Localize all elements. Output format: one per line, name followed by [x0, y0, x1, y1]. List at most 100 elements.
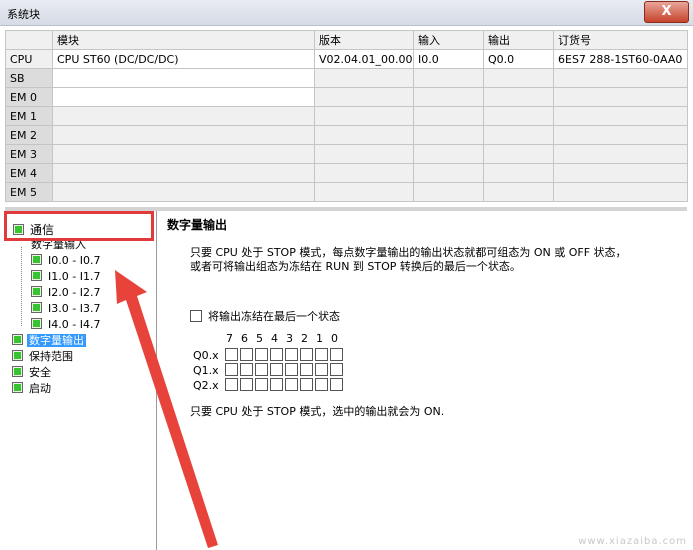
order-cell	[553, 106, 688, 126]
bit-header: 5	[256, 332, 263, 345]
bit-checkbox[interactable]	[255, 378, 268, 391]
bit-checkbox[interactable]	[300, 348, 313, 361]
version-cell	[314, 68, 414, 88]
status-green-icon	[12, 382, 23, 393]
order-cell	[553, 163, 688, 183]
table-row[interactable]: EM 5	[5, 182, 688, 202]
status-green-icon	[12, 366, 23, 377]
header-output: 输出	[483, 30, 554, 50]
version-cell	[314, 182, 414, 202]
module-cell[interactable]	[52, 163, 315, 183]
bit-checkbox[interactable]	[285, 363, 298, 376]
output-cell	[483, 125, 554, 145]
row-label: Q0.x	[193, 349, 219, 362]
table-row[interactable]: EM 4	[5, 163, 688, 183]
bit-checkbox[interactable]	[270, 378, 283, 391]
bit-checkbox[interactable]	[300, 378, 313, 391]
header-order-number: 订货号	[553, 30, 688, 50]
table-row[interactable]: EM 0	[5, 87, 688, 107]
bit-checkbox[interactable]	[285, 348, 298, 361]
config-tree: 数字量输入 I0.0 - I0.7 I1.0 - I1.7 I2.0 - I2.…	[5, 211, 157, 550]
bit-checkbox[interactable]	[240, 378, 253, 391]
order-cell	[553, 182, 688, 202]
watermark: www.xiazaiba.com	[578, 536, 687, 547]
row-label: Q1.x	[193, 364, 219, 377]
input-cell	[413, 106, 484, 126]
freeze-outputs-option[interactable]: 将输出冻结在最后一个状态	[190, 308, 340, 324]
window-title: 系统块	[7, 8, 40, 21]
input-cell	[413, 144, 484, 164]
table-row[interactable]: EM 3	[5, 144, 688, 164]
version-cell	[314, 106, 414, 126]
bit-checkbox[interactable]	[315, 363, 328, 376]
bit-checkbox[interactable]	[270, 348, 283, 361]
bit-checkbox[interactable]	[330, 348, 343, 361]
module-cell[interactable]	[52, 125, 315, 145]
tree-item-retentive[interactable]: 保持范围	[12, 349, 75, 365]
row-slot: EM 0	[5, 87, 53, 107]
module-cell[interactable]: CPU ST60 (DC/DC/DC)	[52, 49, 315, 69]
tree-item-input-2[interactable]: I2.0 - I2.7	[31, 285, 102, 301]
header-input: 输入	[413, 30, 484, 50]
module-cell[interactable]	[52, 182, 315, 202]
tree-item-label: 保持范围	[29, 350, 73, 363]
annotation-highlight-box	[4, 211, 154, 241]
tree-item-label: 安全	[29, 366, 51, 379]
bit-checkbox[interactable]	[315, 378, 328, 391]
tree-item-input-1[interactable]: I1.0 - I1.7	[31, 269, 102, 285]
table-row[interactable]: CPU CPU ST60 (DC/DC/DC) V02.04.01_00.00.…	[5, 49, 688, 69]
table-row[interactable]: SB	[5, 68, 688, 88]
bit-checkbox[interactable]	[300, 363, 313, 376]
bit-checkbox[interactable]	[315, 348, 328, 361]
tree-item-label: I0.0 - I0.7	[48, 254, 101, 267]
tree-item-label: 数字量输出	[27, 334, 86, 347]
panel-note: 只要 CPU 处于 STOP 模式，选中的输出就会为 ON.	[190, 405, 445, 418]
module-table: 模块 版本 输入 输出 订货号 CPU CPU ST60 (DC/DC/DC) …	[5, 30, 688, 202]
status-green-icon	[12, 334, 23, 345]
tree-item-startup[interactable]: 启动	[12, 381, 53, 397]
bit-checkbox[interactable]	[225, 348, 238, 361]
module-cell[interactable]	[52, 68, 315, 88]
version-cell	[314, 125, 414, 145]
bit-checkbox[interactable]	[285, 378, 298, 391]
bit-checkbox[interactable]	[225, 363, 238, 376]
version-cell	[314, 163, 414, 183]
module-cell[interactable]	[52, 87, 315, 107]
output-bit-row: Q2.x	[193, 378, 345, 392]
tree-item-input-4[interactable]: I4.0 - I4.7	[31, 317, 102, 333]
output-cell: Q0.0	[483, 49, 554, 69]
bit-checkbox[interactable]	[255, 348, 268, 361]
input-cell	[413, 163, 484, 183]
module-cell[interactable]	[52, 106, 315, 126]
bit-checkbox[interactable]	[330, 363, 343, 376]
tree-item-security[interactable]: 安全	[12, 365, 53, 381]
version-cell	[314, 87, 414, 107]
panel-title: 数字量输出	[167, 218, 228, 232]
bit-checkbox[interactable]	[255, 363, 268, 376]
table-row[interactable]: EM 1	[5, 106, 688, 126]
output-cell	[483, 106, 554, 126]
tree-item-input-3[interactable]: I3.0 - I3.7	[31, 301, 102, 317]
table-header-row: 模块 版本 输入 输出 订货号	[5, 30, 688, 50]
tree-item-label: 启动	[29, 382, 51, 395]
module-cell[interactable]	[52, 144, 315, 164]
input-cell	[413, 182, 484, 202]
bit-checkbox[interactable]	[240, 348, 253, 361]
tree-item-input-0[interactable]: I0.0 - I0.7	[31, 253, 102, 269]
order-cell	[553, 87, 688, 107]
bit-checkbox[interactable]	[270, 363, 283, 376]
close-button[interactable]: X	[644, 1, 689, 23]
freeze-checkbox[interactable]	[190, 310, 202, 322]
bit-checkbox[interactable]	[330, 378, 343, 391]
status-green-icon	[31, 286, 42, 297]
bit-checkbox[interactable]	[240, 363, 253, 376]
bit-header: 3	[286, 332, 293, 345]
bit-header: 6	[241, 332, 248, 345]
row-slot: EM 4	[5, 163, 53, 183]
output-cell	[483, 68, 554, 88]
tree-item-digital-output[interactable]: 数字量输出	[12, 333, 86, 349]
bit-checkbox[interactable]	[225, 378, 238, 391]
table-row[interactable]: EM 2	[5, 125, 688, 145]
output-bit-row: Q0.x	[193, 348, 345, 362]
bit-header: 1	[316, 332, 323, 345]
